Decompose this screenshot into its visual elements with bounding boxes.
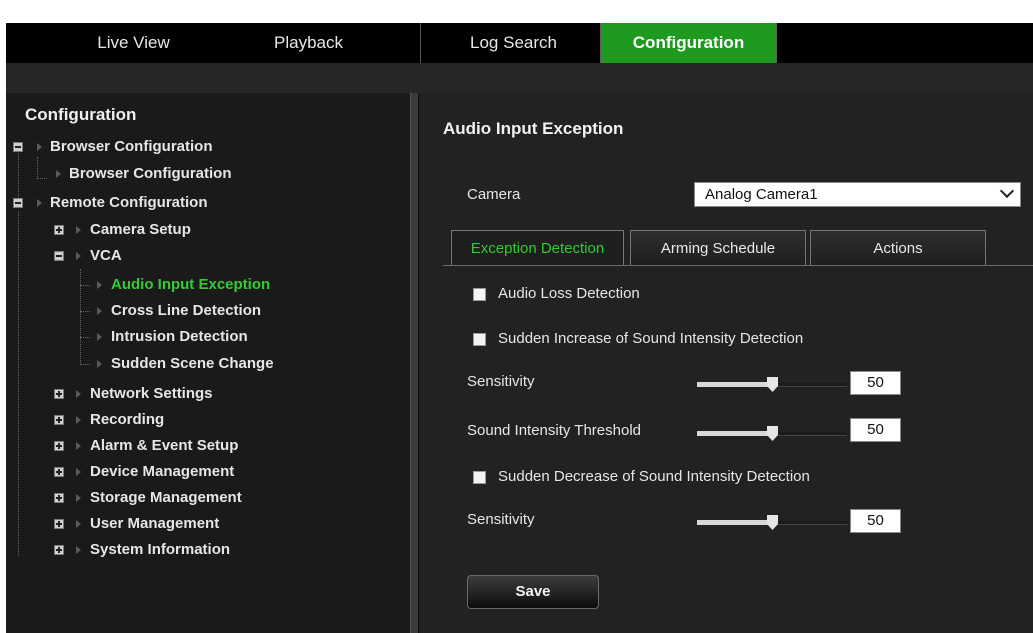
tree-arrow-icon — [76, 252, 81, 260]
sudden-decrease-label: Sudden Decrease of Sound Intensity Detec… — [498, 468, 810, 485]
tree-arrow-icon — [76, 468, 81, 476]
threshold-slider[interactable] — [697, 424, 847, 442]
sidebar-item-system-information[interactable]: System Information — [90, 539, 230, 561]
slider-fill — [697, 382, 772, 387]
tree-arrow-icon — [76, 494, 81, 502]
sudden-increase-checkbox[interactable] — [473, 333, 486, 346]
expand-icon[interactable] — [54, 415, 64, 425]
sidebar-item-cross-line-detection[interactable]: Cross Line Detection — [111, 300, 261, 322]
expand-icon[interactable] — [54, 441, 64, 451]
sidebar-item-vca[interactable]: VCA — [90, 245, 122, 267]
tree-arrow-icon — [97, 281, 102, 289]
threshold-label: Sound Intensity Threshold — [467, 422, 642, 439]
sidebar-item-browser-configuration[interactable]: Browser Configuration — [50, 136, 213, 158]
tree-connector — [80, 269, 81, 365]
panel-splitter[interactable] — [410, 93, 419, 633]
sudden-increase-label: Sudden Increase of Sound Intensity Detec… — [498, 330, 804, 347]
tab-live-view[interactable]: Live View — [46, 23, 221, 63]
sidebar-tree: Configuration Browser Configuration Brow… — [6, 93, 410, 633]
tree-arrow-icon — [76, 390, 81, 398]
sidebar-item-storage-management[interactable]: Storage Management — [90, 487, 242, 509]
camera-label: Camera — [467, 186, 521, 203]
tree-connector — [18, 211, 19, 556]
sensitivity2-slider[interactable] — [697, 513, 847, 531]
sidebar-item-network-settings[interactable]: Network Settings — [90, 383, 213, 405]
camera-select[interactable]: Analog Camera1 — [694, 182, 1021, 207]
sidebar-item-camera-setup[interactable]: Camera Setup — [90, 219, 191, 241]
nav-divider — [420, 23, 421, 63]
collapse-icon[interactable] — [54, 251, 64, 261]
tree-arrow-icon — [76, 226, 81, 234]
tree-arrow-icon — [37, 199, 42, 207]
tab-playback[interactable]: Playback — [221, 23, 396, 63]
tree-connector — [37, 157, 38, 179]
tree-arrow-icon — [97, 333, 102, 341]
top-nav-bar: Live View Playback Log Search Configurat… — [6, 23, 1033, 63]
tab-log-search[interactable]: Log Search — [426, 23, 601, 63]
slider-fill — [697, 520, 772, 525]
slider-fill — [697, 431, 772, 436]
sidebar-item-intrusion-detection[interactable]: Intrusion Detection — [111, 326, 248, 348]
sudden-decrease-checkbox[interactable] — [473, 471, 486, 484]
tab-arming-schedule[interactable]: Arming Schedule — [630, 230, 806, 266]
tree-arrow-icon — [76, 546, 81, 554]
expand-icon[interactable] — [54, 545, 64, 555]
tree-connector — [80, 285, 90, 286]
tree-arrow-icon — [37, 143, 42, 151]
camera-select-value: Analog Camera1 — [705, 186, 818, 203]
tab-configuration[interactable]: Configuration — [600, 23, 777, 63]
collapse-icon[interactable] — [13, 198, 23, 208]
audio-loss-checkbox[interactable] — [473, 288, 486, 301]
tree-connector — [80, 364, 90, 365]
expand-icon[interactable] — [54, 519, 64, 529]
expand-icon[interactable] — [54, 225, 64, 235]
slider-thumb[interactable] — [767, 515, 778, 530]
expand-icon[interactable] — [54, 493, 64, 503]
sidebar-item-audio-input-exception[interactable]: Audio Input Exception — [111, 274, 270, 296]
page-title: Audio Input Exception — [443, 119, 624, 138]
tree-connector — [80, 337, 90, 338]
tree-connector — [37, 178, 47, 179]
tab-actions[interactable]: Actions — [810, 230, 986, 266]
tree-arrow-icon — [97, 307, 102, 315]
expand-icon[interactable] — [54, 389, 64, 399]
sensitivity2-label: Sensitivity — [467, 511, 535, 528]
tree-connector — [80, 311, 90, 312]
sensitivity-label: Sensitivity — [467, 373, 535, 390]
sidebar-item-sudden-scene-change[interactable]: Sudden Scene Change — [111, 353, 274, 375]
tree-arrow-icon — [76, 442, 81, 450]
chevron-down-icon — [999, 183, 1015, 199]
tab-exception-detection[interactable]: Exception Detection — [451, 230, 624, 266]
tree-arrow-icon — [56, 170, 61, 178]
sidebar-item-device-management[interactable]: Device Management — [90, 461, 234, 483]
audio-loss-label: Audio Loss Detection — [498, 285, 640, 302]
tab-underline — [443, 265, 1033, 266]
main-panel: Audio Input Exception Camera Analog Came… — [419, 93, 1033, 633]
sensitivity-slider[interactable] — [697, 375, 847, 393]
tree-arrow-icon — [76, 416, 81, 424]
sub-bar — [6, 63, 1033, 93]
threshold-value[interactable]: 50 — [850, 418, 901, 442]
collapse-icon[interactable] — [13, 142, 23, 152]
slider-thumb[interactable] — [767, 426, 778, 441]
save-button[interactable]: Save — [467, 575, 599, 609]
sensitivity-value[interactable]: 50 — [850, 371, 901, 395]
sidebar-item-browser-configuration-child[interactable]: Browser Configuration — [69, 163, 232, 185]
sidebar-item-recording[interactable]: Recording — [90, 409, 164, 431]
sidebar-item-alarm-event-setup[interactable]: Alarm & Event Setup — [90, 435, 238, 457]
expand-icon[interactable] — [54, 467, 64, 477]
tree-arrow-icon — [76, 520, 81, 528]
sidebar-item-user-management[interactable]: User Management — [90, 513, 219, 535]
sensitivity2-value[interactable]: 50 — [850, 509, 901, 533]
tree-arrow-icon — [97, 360, 102, 368]
slider-thumb[interactable] — [767, 377, 778, 392]
sidebar-item-remote-configuration[interactable]: Remote Configuration — [50, 192, 208, 214]
sidebar-title: Configuration — [25, 105, 137, 124]
